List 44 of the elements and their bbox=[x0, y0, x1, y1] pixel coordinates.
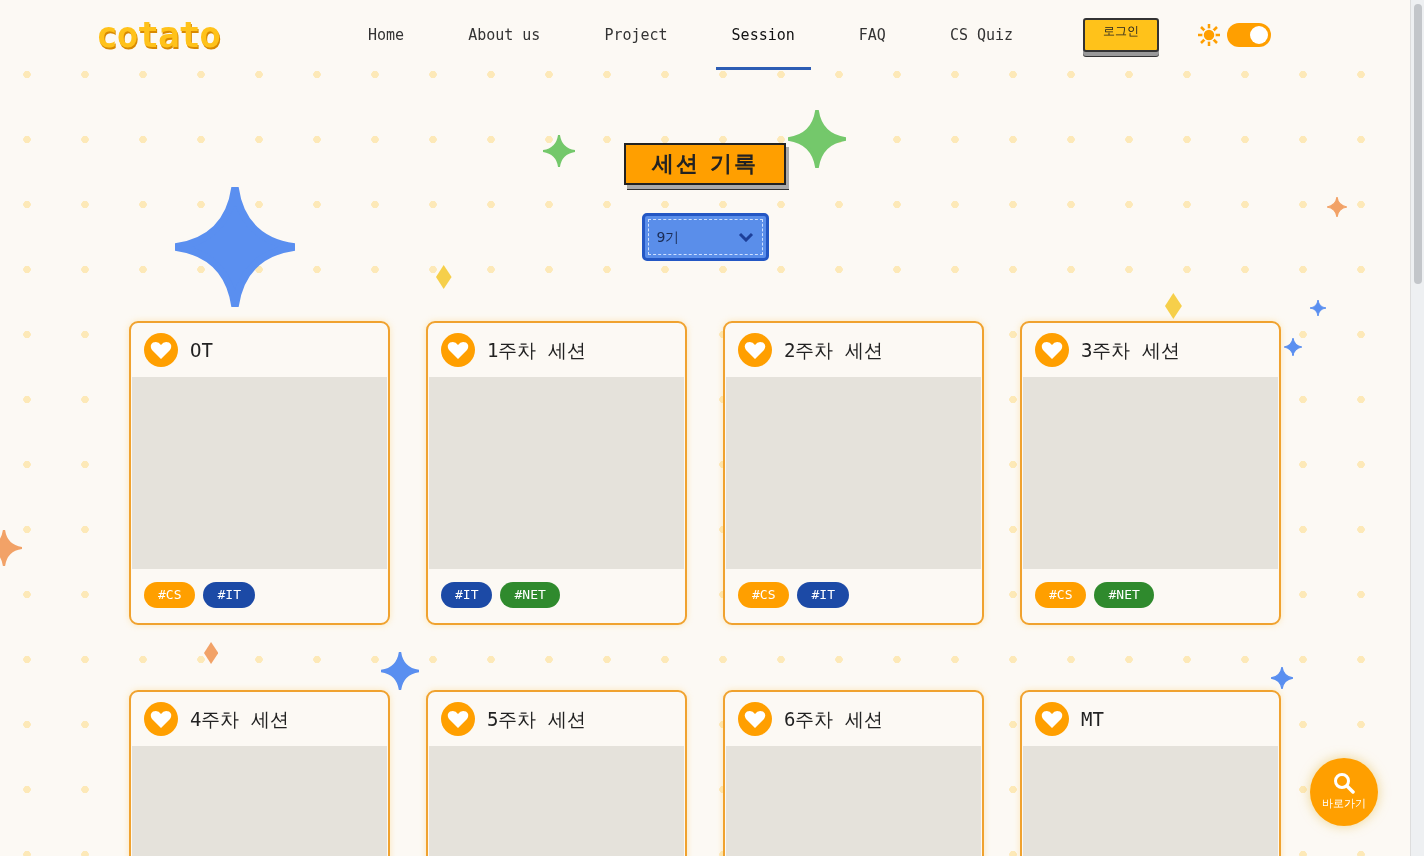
tag[interactable]: #IT bbox=[797, 582, 849, 608]
sparkle-icon bbox=[436, 265, 452, 289]
tag[interactable]: #IT bbox=[203, 582, 255, 608]
session-title: 4주차 세션 bbox=[190, 707, 289, 733]
sparkle-icon bbox=[788, 110, 846, 168]
nav-link[interactable]: Project bbox=[588, 3, 684, 70]
sparkle-icon bbox=[204, 642, 219, 664]
session-card[interactable]: 3주차 세션 #CS #NET bbox=[1020, 321, 1281, 626]
session-title: 3주차 세션 bbox=[1081, 338, 1180, 364]
sparkle-icon bbox=[1284, 338, 1302, 356]
sparkle-icon bbox=[1310, 300, 1326, 316]
session-title: MT bbox=[1081, 707, 1104, 733]
nav-link[interactable]: Session bbox=[715, 3, 811, 70]
session-card[interactable]: 5주차 세션 bbox=[426, 690, 687, 856]
chevron-down-icon bbox=[737, 232, 754, 243]
tag[interactable]: #NET bbox=[500, 582, 560, 608]
theme-toggle[interactable] bbox=[1227, 23, 1272, 47]
nav-link[interactable]: CS Quiz bbox=[933, 3, 1030, 70]
sparkle-icon bbox=[543, 135, 575, 167]
scrollbar[interactable] bbox=[1410, 0, 1424, 856]
sparkle-icon bbox=[1165, 293, 1182, 319]
session-card[interactable]: 1주차 세션 #IT #NET bbox=[426, 321, 687, 626]
session-title: 5주차 세션 bbox=[487, 707, 586, 733]
nav-link[interactable]: About us bbox=[452, 3, 557, 70]
nav-link[interactable]: Home bbox=[352, 3, 421, 70]
sparkle-icon bbox=[1327, 197, 1347, 217]
session-title: 1주차 세션 bbox=[487, 338, 586, 364]
session-card[interactable]: MT bbox=[1020, 690, 1281, 856]
session-card[interactable]: 4주차 세션 bbox=[129, 690, 390, 856]
session-title: OT bbox=[190, 338, 213, 364]
sun-icon bbox=[1197, 23, 1222, 47]
generation-select[interactable]: 9기 bbox=[641, 213, 769, 262]
session-card[interactable]: OT #CS #IT bbox=[129, 321, 390, 626]
session-title: 6주차 세션 bbox=[784, 707, 883, 733]
sparkle-icon bbox=[175, 187, 295, 307]
session-card[interactable]: 2주차 세션 #CS #IT bbox=[723, 321, 984, 626]
nav-link[interactable]: FAQ bbox=[842, 3, 902, 70]
tag[interactable]: #NET bbox=[1094, 582, 1154, 608]
session-card[interactable]: 6주차 세션 bbox=[723, 690, 984, 856]
sparkle-icon bbox=[381, 652, 419, 690]
search-icon bbox=[1333, 771, 1355, 794]
session-title: 2주차 세션 bbox=[784, 338, 883, 364]
sparkle-icon bbox=[1271, 667, 1293, 689]
tag[interactable]: #IT bbox=[441, 582, 493, 608]
